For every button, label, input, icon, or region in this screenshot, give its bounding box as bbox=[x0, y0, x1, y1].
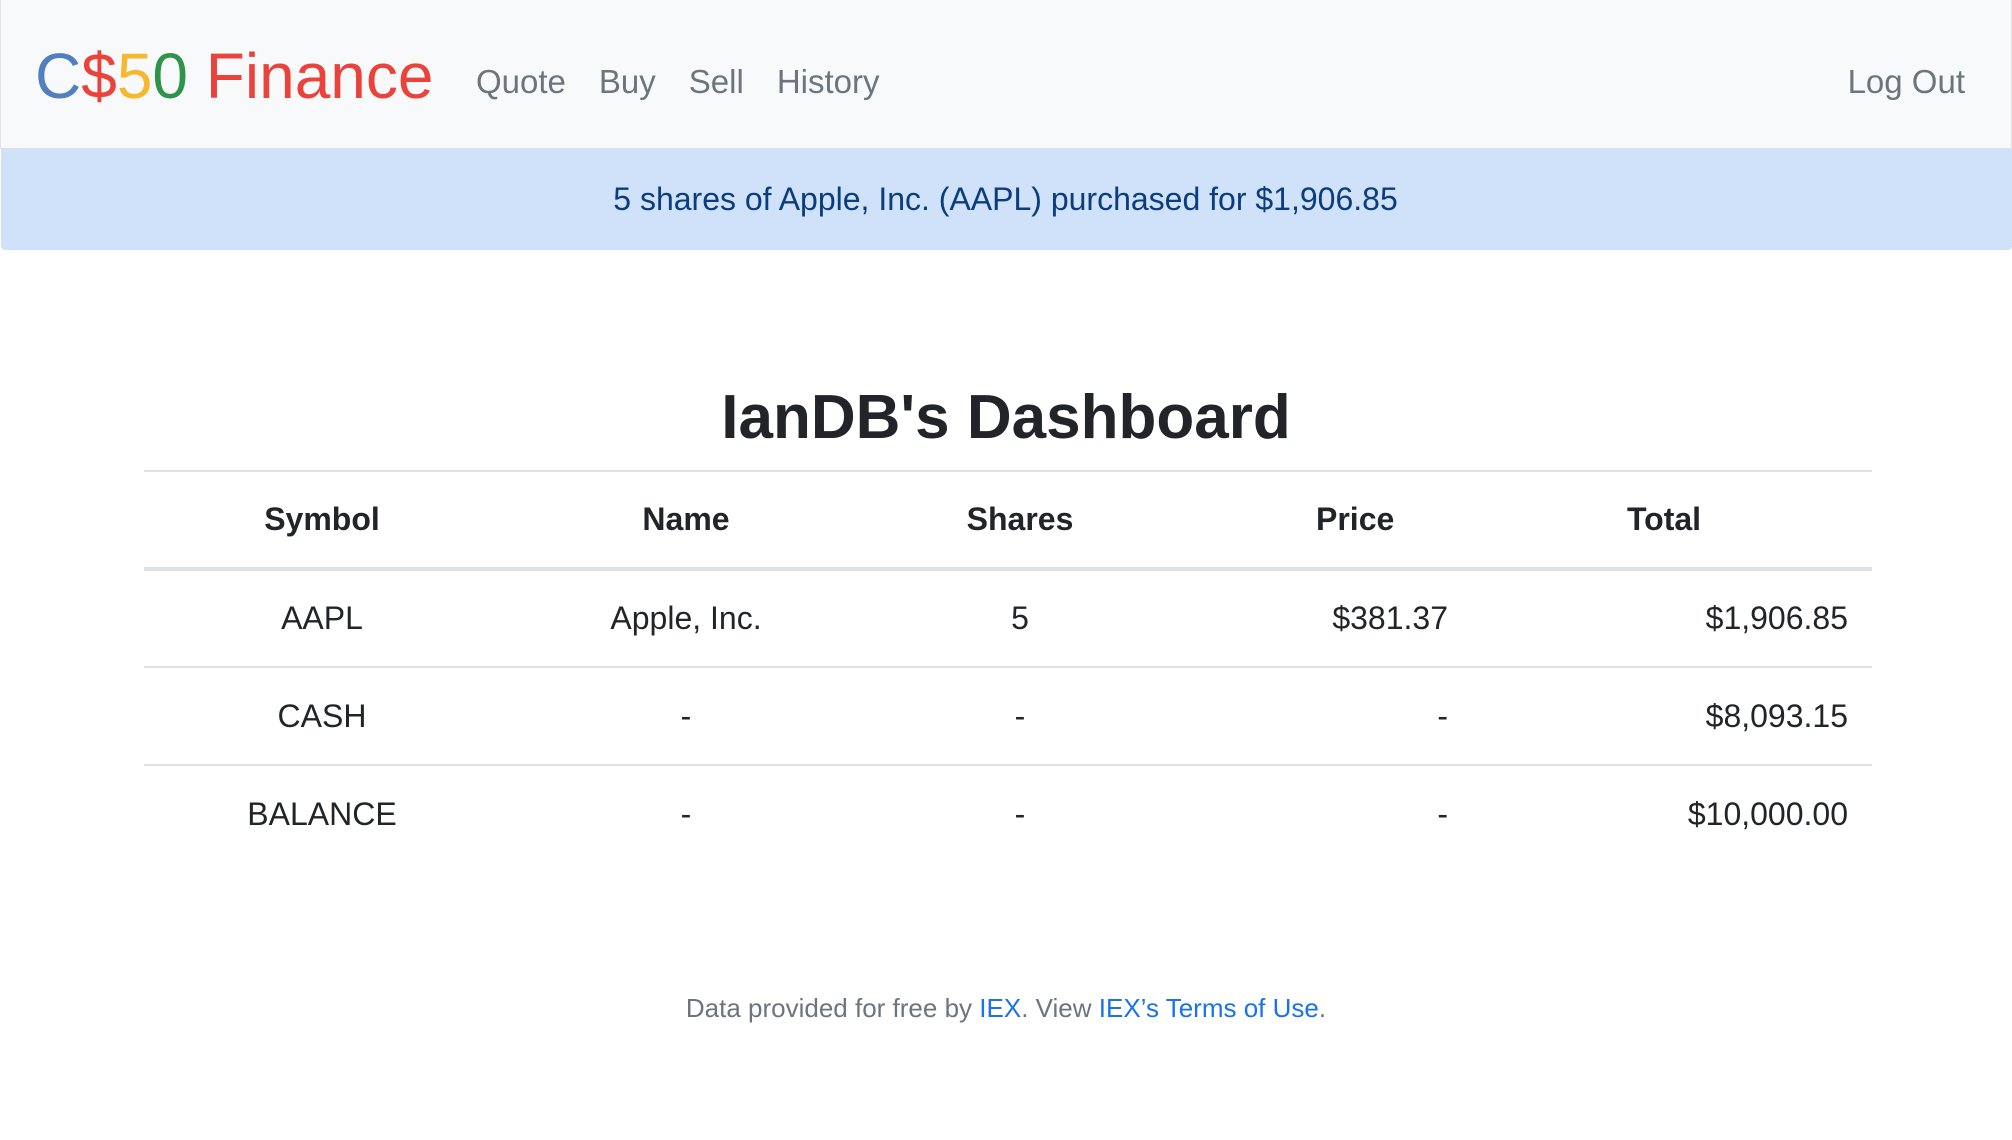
header-total: Total bbox=[1472, 471, 1872, 569]
nav-buy[interactable]: Buy bbox=[599, 62, 656, 102]
cell-total: $1,906.85 bbox=[1705, 600, 1848, 636]
logout-link[interactable]: Log Out bbox=[1848, 62, 1965, 102]
brand-letter-dollar: $ bbox=[81, 40, 117, 112]
alert-message: 5 shares of Apple, Inc. (AAPL) purchased… bbox=[613, 181, 1398, 217]
table-row: CASH - - - $8,093.15 bbox=[144, 667, 1872, 765]
footer-prefix: Data provided for free by bbox=[685, 993, 980, 1023]
portfolio-table: Symbol Name Shares Price Total AAPL Appl… bbox=[144, 470, 1872, 863]
nav-links: Quote Buy Sell History bbox=[476, 62, 913, 102]
cell-total: $8,093.15 bbox=[1705, 697, 1848, 734]
brand-digit-0: 0 bbox=[152, 40, 188, 112]
cell-symbol: BALANCE bbox=[247, 796, 397, 832]
page-title: IanDB's Dashboard bbox=[721, 383, 1291, 452]
footer-suffix: . bbox=[1318, 993, 1327, 1023]
table-row: BALANCE - - - $10,000.00 bbox=[144, 765, 1872, 863]
table-row: AAPL Apple, Inc. 5 $381.37 $1,906.85 bbox=[144, 569, 1872, 667]
nav-history[interactable]: History bbox=[777, 62, 880, 102]
header-symbol: Symbol bbox=[264, 501, 380, 537]
table-body: AAPL Apple, Inc. 5 $381.37 $1,906.85 CAS… bbox=[144, 569, 1872, 863]
footer-middle: . View bbox=[1021, 993, 1099, 1023]
header-price-label: Price bbox=[1316, 501, 1395, 537]
table-header: Symbol Name Shares Price Total bbox=[144, 471, 1872, 569]
cell-shares: - bbox=[1014, 796, 1026, 832]
header-price: Price bbox=[1168, 471, 1472, 569]
footer: Data provided for free by IEX. View IEX’… bbox=[0, 993, 2012, 1024]
nav-sell[interactable]: Sell bbox=[689, 62, 744, 102]
cell-shares: - bbox=[1014, 697, 1026, 734]
cell-symbol: CASH bbox=[277, 697, 367, 734]
portfolio-table-wrap: Symbol Name Shares Price Total AAPL Appl… bbox=[144, 470, 1872, 863]
navbar: C$50 Finance Quote Buy Sell History Log … bbox=[0, 0, 2012, 149]
brand-logo[interactable]: C$50 Finance bbox=[35, 38, 433, 114]
purchase-alert: 5 shares of Apple, Inc. (AAPL) purchased… bbox=[1, 149, 2012, 250]
cell-name: - bbox=[680, 697, 692, 734]
cell-name: - bbox=[680, 796, 692, 832]
cell-name: Apple, Inc. bbox=[610, 600, 762, 636]
cell-total: $10,000.00 bbox=[1687, 796, 1848, 832]
header-total-label: Total bbox=[1627, 501, 1702, 537]
brand-digit-5: 5 bbox=[116, 40, 153, 112]
brand-word-finance: Finance bbox=[188, 40, 434, 112]
header-row: Symbol Name Shares Price Total bbox=[144, 471, 1872, 569]
header-name: Name bbox=[642, 501, 730, 537]
cell-price: - bbox=[1437, 796, 1448, 832]
cell-shares: 5 bbox=[1011, 600, 1029, 636]
iex-terms-link[interactable]: IEX’s Terms of Use bbox=[1099, 993, 1319, 1023]
cell-price: - bbox=[1437, 697, 1448, 734]
cell-price: $381.37 bbox=[1332, 600, 1448, 636]
cell-symbol: AAPL bbox=[281, 600, 363, 636]
brand-letter-c: C bbox=[35, 40, 82, 112]
iex-link[interactable]: IEX bbox=[979, 993, 1021, 1023]
header-shares: Shares bbox=[966, 501, 1074, 537]
nav-quote[interactable]: Quote bbox=[476, 62, 566, 102]
